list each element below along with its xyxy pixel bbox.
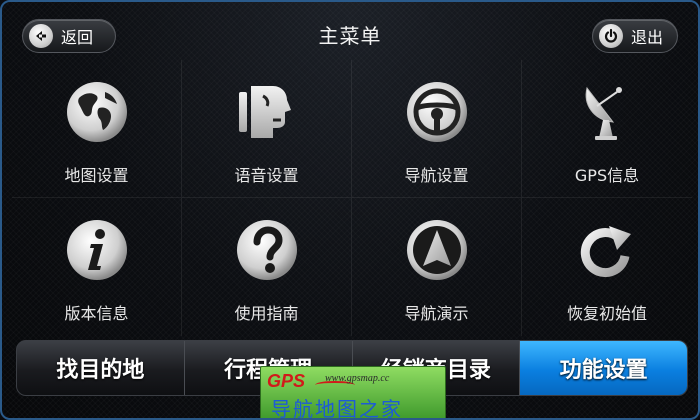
menu-item-label: GPS信息: [574, 166, 640, 185]
watermark-text: 导航地图之家: [271, 399, 403, 420]
question-icon: [233, 216, 301, 284]
speaking-head-icon: [233, 78, 301, 146]
menu-item-label: 地图设置: [64, 166, 129, 185]
back-label: 返回: [61, 28, 94, 47]
exit-button[interactable]: 退出: [592, 19, 678, 53]
menu-item-gps-info[interactable]: GPS信息: [522, 60, 692, 198]
menu-item-map-settings[interactable]: 地图设置: [12, 60, 182, 198]
back-button[interactable]: 返回: [22, 19, 116, 53]
menu-item-label: 使用指南: [234, 304, 299, 323]
info-icon: [63, 216, 131, 284]
menu-item-navigation-demo[interactable]: 导航演示: [352, 198, 522, 336]
back-arrow-icon: [29, 24, 53, 48]
tab-function-settings[interactable]: 功能设置: [520, 341, 687, 395]
menu-item-label: 版本信息: [64, 304, 129, 323]
app-frame: 返回 主菜单 退出 地图设置 语音设置 导航设置 GPS信息 版本信息 使用指南…: [0, 0, 700, 420]
globe-icon: [63, 78, 131, 146]
watermark-logo: GPS: [267, 371, 306, 391]
menu-item-label: 导航设置: [404, 166, 469, 185]
page-title: 主菜单: [318, 23, 382, 48]
header-bar: 返回 主菜单 退出: [10, 10, 690, 58]
steering-wheel-icon: [403, 78, 471, 146]
refresh-icon: [573, 216, 641, 284]
watermark-overlay: GPS www.gpsmap.cc 导航地图之家: [260, 366, 446, 420]
menu-item-label: 恢复初始值: [566, 304, 647, 323]
power-icon: [599, 24, 623, 48]
satellite-dish-icon: [573, 78, 641, 146]
menu-item-version-info[interactable]: 版本信息: [12, 198, 182, 336]
menu-item-voice-settings[interactable]: 语音设置: [182, 60, 352, 198]
menu-item-user-guide[interactable]: 使用指南: [182, 198, 352, 336]
menu-item-label: 导航演示: [404, 304, 469, 323]
navigation-arrow-icon: [403, 216, 471, 284]
tab-find-destination[interactable]: 找目的地: [17, 341, 185, 395]
main-menu-grid: 地图设置 语音设置 导航设置 GPS信息 版本信息 使用指南 导航演示 恢复初始…: [12, 60, 692, 336]
watermark-url: www.gpsmap.cc: [325, 373, 390, 384]
exit-label: 退出: [631, 28, 664, 47]
menu-item-label: 语音设置: [234, 166, 299, 185]
menu-item-navigation-settings[interactable]: 导航设置: [352, 60, 522, 198]
menu-item-restore-defaults[interactable]: 恢复初始值: [522, 198, 692, 336]
